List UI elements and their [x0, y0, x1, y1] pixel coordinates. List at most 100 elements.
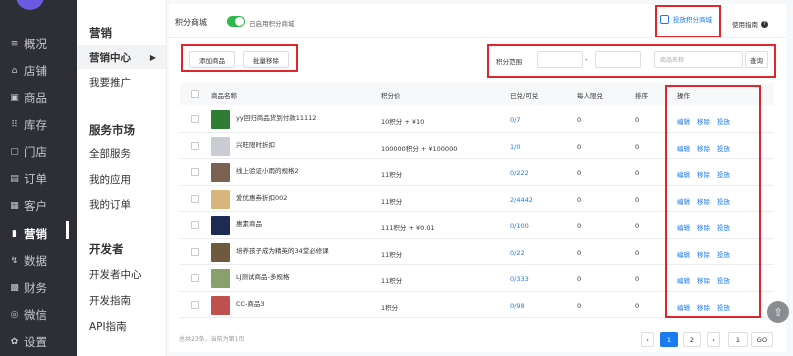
points-price: 1积分 — [381, 303, 399, 312]
promote-link[interactable]: 投放积分商城 — [660, 14, 712, 24]
points-min-input[interactable] — [537, 51, 583, 68]
submenu-item-dev-guide[interactable]: 开发指南 — [77, 288, 166, 312]
goods-name[interactable]: 惠素商品 — [236, 218, 262, 228]
redeemed-count[interactable]: 0/222 — [510, 169, 529, 177]
help-icon: ? — [761, 20, 768, 28]
nav-item-inventory[interactable]: ⠿ 库存 — [0, 113, 77, 137]
redeemed-count[interactable]: 0/7 — [510, 116, 520, 124]
nav-item-label: 商品 — [24, 91, 47, 105]
submenu-item-my-apps[interactable]: 我的应用 — [77, 167, 166, 191]
col-points-price: 积分价 — [381, 92, 401, 100]
per-person-limit: 0 — [577, 195, 582, 204]
cloud-upload-icon[interactable]: ⇧ — [767, 301, 789, 323]
data-icon: ↯ — [10, 256, 19, 266]
row-checkbox[interactable] — [191, 141, 199, 150]
jump-page-input[interactable]: 1 — [728, 332, 748, 347]
settings-icon: ✿ — [10, 337, 19, 347]
goods-name-input[interactable]: 商品名称 — [654, 51, 743, 68]
sort-order: 0 — [635, 301, 640, 310]
nav-item-finance[interactable]: ▩ 财务 — [0, 276, 77, 300]
sort-order: 0 — [635, 169, 640, 177]
row-checkbox[interactable] — [191, 221, 199, 229]
points-price: 11积分 — [381, 277, 403, 285]
nav-item-overview[interactable]: ≡ 概况 — [0, 32, 77, 56]
points-price: 11积分 — [381, 171, 403, 179]
col-redeemed: 已兑/可兑 — [510, 92, 539, 100]
per-person-limit: 0 — [577, 116, 582, 124]
nav-item-data[interactable]: ↯ 数据 — [0, 249, 77, 273]
nav-item-label: 库存 — [24, 118, 47, 132]
goods-thumbnail — [211, 216, 230, 235]
per-person-limit: 0 — [577, 222, 582, 230]
goods-thumbnail — [211, 269, 230, 288]
goods-name[interactable]: yy回归商品货到付款11112 — [236, 112, 316, 122]
row-checkbox[interactable] — [191, 115, 199, 123]
nav-item-shop[interactable]: ▢ 门店 — [0, 140, 77, 164]
nav-item-wechat[interactable]: ◎ 微信 — [0, 303, 77, 327]
redeemed-count[interactable]: 2/4442 — [510, 196, 533, 204]
promote-label: 投放积分商城 — [673, 16, 712, 24]
caret-right-icon: ▶ — [149, 52, 156, 62]
page-2-button[interactable]: 2 — [683, 332, 701, 347]
row-checkbox[interactable] — [191, 194, 199, 203]
submenu-item-api-guide[interactable]: API指南 — [77, 314, 166, 338]
per-person-limit: 0 — [577, 248, 582, 257]
row-checkbox[interactable] — [191, 300, 199, 309]
go-button[interactable]: GO — [751, 332, 773, 347]
add-goods-button[interactable]: 添加商品 — [189, 51, 235, 68]
per-person-limit: 0 — [577, 275, 582, 283]
nav-item-label: 概况 — [24, 37, 47, 51]
goods-name[interactable]: 兴旺限时折扣 — [236, 139, 275, 149]
redeemed-count[interactable]: 1/0 — [510, 143, 520, 151]
submenu-item-dev-center[interactable]: 开发者中心 — [77, 262, 166, 286]
sort-order: 0 — [635, 116, 640, 124]
primary-nav: ≡ 概况 ⌂ 店铺 ▣ 商品 ⠿ 库存 ▢ 门店 ▤ 订单 ▦ 客户 ▮ 营销 ↯ 数据 ▩ 财务 ◎ 微信 ✿ 设置 — [0, 0, 77, 356]
goods-name[interactable]: 培养孩子成为精英的34堂必修课 — [236, 245, 329, 255]
nav-item-store[interactable]: ⌂ 店铺 — [0, 59, 77, 83]
redeemed-count[interactable]: 0/100 — [510, 222, 529, 230]
nav-item-order[interactable]: ▤ 订单 — [0, 167, 77, 191]
prev-page-button[interactable]: ‹ — [641, 332, 654, 347]
guide-link[interactable]: 使用指南 ? — [732, 19, 768, 29]
redeemed-count[interactable]: 0/98 — [510, 302, 525, 310]
divider — [169, 37, 786, 38]
sort-order: 0 — [635, 195, 640, 204]
nav-item-settings[interactable]: ✿ 设置 — [0, 330, 77, 354]
batch-remove-button[interactable]: 批量移除 — [243, 51, 289, 68]
submenu-item-marketing-center[interactable]: 营销中心 ▶ — [77, 45, 166, 69]
overview-icon: ≡ — [10, 39, 19, 49]
submenu-item-all-services[interactable]: 全部服务 — [77, 141, 166, 165]
enable-toggle[interactable] — [227, 16, 245, 27]
row-checkbox[interactable] — [191, 274, 199, 282]
goods-name[interactable]: LJ测试商品-多规格 — [236, 271, 289, 281]
points-price: 11积分 — [381, 250, 403, 259]
query-button[interactable]: 查询 — [745, 51, 768, 68]
points-max-input[interactable] — [595, 51, 641, 68]
range-separator: - — [585, 56, 588, 64]
row-checkbox[interactable] — [191, 168, 199, 176]
nav-item-goods[interactable]: ▣ 商品 — [0, 86, 77, 110]
row-checkbox[interactable] — [191, 247, 199, 256]
wechat-icon: ◎ — [10, 310, 19, 320]
submenu-item-my-orders[interactable]: 我的订单 — [77, 192, 166, 216]
pagination-info: 总共23条，当前为第1页 — [179, 336, 245, 343]
nav-item-label: 店铺 — [24, 64, 47, 78]
nav-item-label: 门店 — [24, 145, 47, 159]
redeemed-count[interactable]: 0/333 — [510, 275, 529, 283]
goods-thumbnail — [211, 189, 230, 209]
sort-order: 0 — [635, 222, 640, 230]
redeemed-count[interactable]: 0/22 — [510, 249, 525, 257]
points-price: 10积分 + ¥10 — [381, 118, 425, 126]
page-1-button[interactable]: 1 — [660, 332, 678, 347]
nav-item-customer[interactable]: ▦ 客户 — [0, 194, 77, 218]
per-person-limit: 0 — [577, 142, 582, 151]
next-page-button[interactable]: › — [707, 332, 720, 347]
select-all-checkbox[interactable] — [191, 90, 199, 98]
goods-name[interactable]: CC-商品3 — [236, 298, 265, 308]
goods-name[interactable]: 爱优惠券折扣002 — [236, 192, 287, 202]
submenu-item-promote[interactable]: 我要推广 — [77, 70, 166, 94]
goods-name-placeholder: 商品名称 — [660, 57, 685, 64]
goods-name[interactable]: 线上验证小雨的规格2 — [236, 165, 299, 175]
nav-item-label: 营销 — [24, 227, 47, 241]
points-price: 11积分 — [381, 197, 403, 206]
